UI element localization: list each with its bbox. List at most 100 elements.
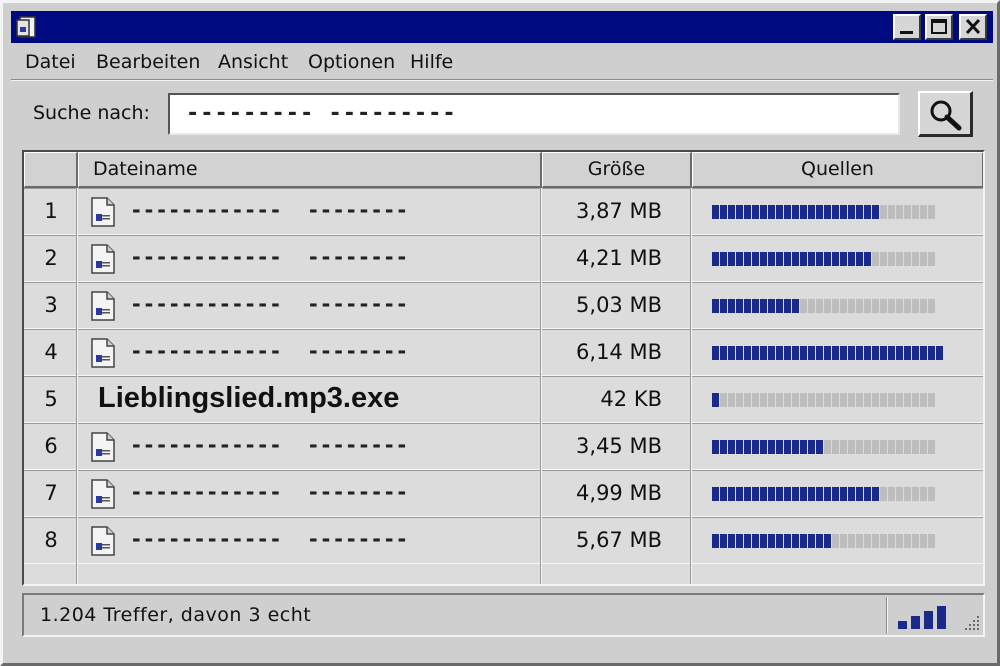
sources-bar-segment xyxy=(816,440,823,454)
sources-bar-segment xyxy=(824,346,831,360)
close-button[interactable] xyxy=(959,14,987,40)
sources-bar-segment xyxy=(920,534,927,548)
signal-bar xyxy=(898,621,907,629)
sources-bar-segment xyxy=(736,440,743,454)
minimize-button[interactable] xyxy=(893,14,921,40)
sources-bar-segment xyxy=(768,534,775,548)
sources-bar-segment xyxy=(872,346,879,360)
sources-bar-segment xyxy=(736,487,743,501)
table-row[interactable]: 1 ------------ -------- 3,87 MB xyxy=(24,188,983,235)
file-size: 42 KB xyxy=(600,387,662,411)
table-row[interactable]: 7 ------------ -------- 4,99 MB xyxy=(24,470,983,517)
sources-bar-segment xyxy=(912,299,919,313)
sources-bar-segment xyxy=(768,299,775,313)
sources-bar-segment xyxy=(888,346,895,360)
sources-bar-segment xyxy=(904,346,911,360)
file-name[interactable]: ------------ -------- xyxy=(130,292,408,316)
file-name[interactable]: ------------ -------- xyxy=(130,433,408,457)
sources-bar-segment xyxy=(720,534,727,548)
file-name[interactable]: ------------ -------- xyxy=(130,480,408,504)
sources-bar-segment xyxy=(728,393,735,407)
sources-bar-segment xyxy=(904,205,911,219)
sources-bar-segment xyxy=(840,440,847,454)
sources-bar-segment xyxy=(912,346,919,360)
search-button[interactable] xyxy=(918,91,973,137)
file-name[interactable]: ------------ -------- xyxy=(130,245,408,269)
file-name[interactable]: ------------ -------- xyxy=(130,339,408,363)
sources-bar-segment xyxy=(712,487,719,501)
table-row[interactable]: 4 ------------ -------- 6,14 MB xyxy=(24,329,983,376)
close-icon xyxy=(965,18,981,35)
sources-bar-segment xyxy=(824,252,831,266)
sources-bar-segment xyxy=(728,205,735,219)
sources-bar-segment xyxy=(792,346,799,360)
sources-bar-segment xyxy=(760,393,767,407)
table-row[interactable]: 2 ------------ -------- 4,21 MB xyxy=(24,235,983,282)
sources-bar-segment xyxy=(776,252,783,266)
sources-bar-segment xyxy=(784,393,791,407)
menu-hilfe[interactable]: Hilfe xyxy=(410,51,453,73)
header-index[interactable] xyxy=(24,152,78,188)
sources-bar-segment xyxy=(896,393,903,407)
search-icon xyxy=(930,100,962,131)
sources-bar-segment xyxy=(792,440,799,454)
sources-bar-segment xyxy=(736,205,743,219)
sources-bar-segment xyxy=(784,534,791,548)
sources-bar-segment xyxy=(904,252,911,266)
sources-bar-segment xyxy=(920,393,927,407)
sources-bar-segment xyxy=(880,534,887,548)
sources-bar-segment xyxy=(728,346,735,360)
suspicious-file-name[interactable]: Lieblingslied.mp3.exe xyxy=(98,382,399,415)
sources-bar-segment xyxy=(880,440,887,454)
maximize-button[interactable] xyxy=(925,14,953,40)
table-row[interactable]: 3 ------------ -------- 5,03 MB xyxy=(24,282,983,329)
sources-bar-segment xyxy=(712,393,719,407)
header-filename[interactable]: Dateiname xyxy=(78,152,542,188)
row-index: 6 xyxy=(44,434,58,458)
sources-bar-segment xyxy=(736,346,743,360)
header-sources[interactable]: Quellen xyxy=(692,152,983,188)
title-bar[interactable] xyxy=(11,11,993,43)
sources-bar-segment xyxy=(816,205,823,219)
sources-bar-segment xyxy=(856,440,863,454)
sources-bar-segment xyxy=(848,299,855,313)
sources-bar-segment xyxy=(720,299,727,313)
table-row[interactable]: 5 Lieblingslied.mp3.exe 42 KB xyxy=(24,376,983,423)
menu-ansicht[interactable]: Ansicht xyxy=(218,51,288,73)
menu-bearbeiten[interactable]: Bearbeiten xyxy=(96,51,200,73)
resize-grip-icon[interactable] xyxy=(962,613,982,633)
sources-bar-segment xyxy=(880,393,887,407)
sources-bar-segment xyxy=(848,252,855,266)
sources-bar-segment xyxy=(728,299,735,313)
sources-bar-segment xyxy=(720,487,727,501)
header-size[interactable]: Größe xyxy=(542,152,692,188)
sources-bar-segment xyxy=(864,440,871,454)
sources-bar-segment xyxy=(856,205,863,219)
sources-bar-segment xyxy=(888,252,895,266)
sources-bar-segment xyxy=(816,299,823,313)
file-size: 4,99 MB xyxy=(576,481,662,505)
sources-bar-segment xyxy=(936,346,943,360)
sources-bar-segment xyxy=(800,440,807,454)
sources-bar-segment xyxy=(920,487,927,501)
file-size: 5,03 MB xyxy=(576,293,662,317)
table-row[interactable]: 8 ------------ -------- 5,67 MB xyxy=(24,517,983,564)
sources-bar-segment xyxy=(792,299,799,313)
menu-datei[interactable]: Datei xyxy=(25,51,76,73)
signal-bar xyxy=(911,616,920,629)
search-label: Suche nach: xyxy=(33,102,150,124)
sources-bar-segment xyxy=(776,440,783,454)
sources-bar-segment xyxy=(736,299,743,313)
sources-bar-segment xyxy=(760,487,767,501)
search-input[interactable]: --------- --------- xyxy=(168,93,900,135)
sources-bar-segment xyxy=(856,346,863,360)
file-size: 3,45 MB xyxy=(576,434,662,458)
table-row[interactable]: 6 ------------ -------- 3,45 MB xyxy=(24,423,983,470)
file-name[interactable]: ------------ -------- xyxy=(130,527,408,551)
menu-optionen[interactable]: Optionen xyxy=(308,51,395,73)
sources-bar-segment xyxy=(880,487,887,501)
sources-bar-segment xyxy=(744,252,751,266)
sources-bar-segment xyxy=(888,299,895,313)
file-name[interactable]: ------------ -------- xyxy=(130,198,408,222)
status-text: 1.204 Treffer, davon 3 echt xyxy=(40,604,312,626)
